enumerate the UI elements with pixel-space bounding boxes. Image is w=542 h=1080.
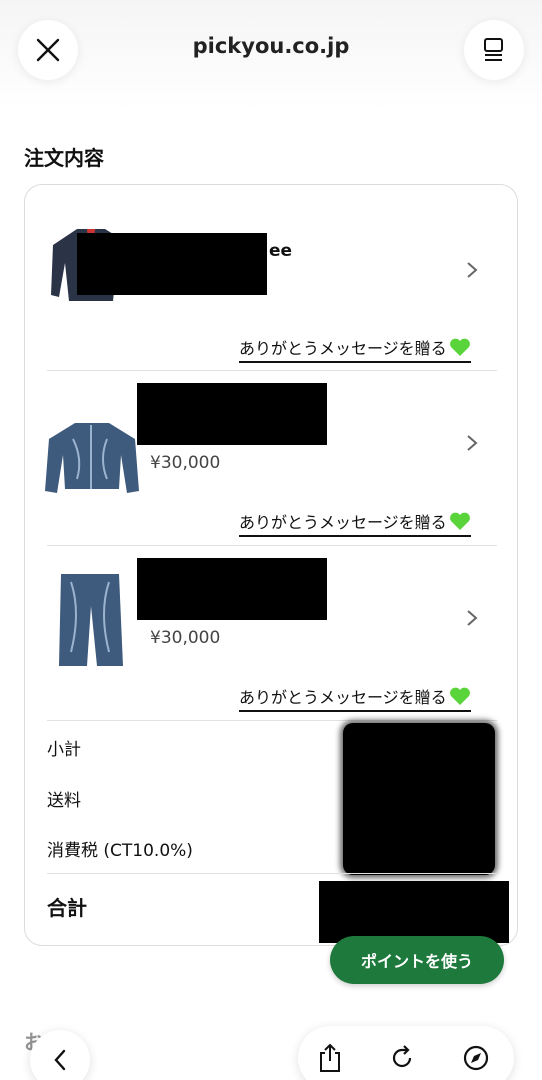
thanks-message-link[interactable]: ありがとうメッセージを贈る [239, 509, 471, 537]
total-label: 合計 [47, 896, 87, 920]
order-section-title: 注文内容 [24, 146, 104, 170]
thanks-message-link[interactable]: ありがとうメッセージを贈る [239, 684, 471, 712]
redacted-total-value [319, 881, 509, 943]
order-item[interactable]: ee ありがとうメッセージを贈る [25, 185, 519, 369]
compass-icon [463, 1045, 489, 1071]
thanks-message-link[interactable]: ありがとうメッセージを贈る [239, 335, 471, 363]
reader-menu-button[interactable] [464, 20, 524, 80]
item-name-fragment: ee [269, 241, 293, 261]
item-price: ¥30,000 [150, 628, 221, 648]
order-item[interactable]: ¥30,000 ありがとうメッセージを贈る [25, 546, 519, 720]
compass-button[interactable] [460, 1042, 492, 1074]
chevron-right-icon [467, 262, 478, 278]
redacted-item-name [77, 233, 267, 295]
redacted-item-name [137, 383, 327, 445]
divider [47, 873, 497, 874]
redacted-summary-values [343, 723, 495, 875]
item-price: ¥30,000 [150, 453, 221, 473]
browser-toolbar [298, 1026, 514, 1080]
chevron-left-icon [54, 1049, 66, 1071]
reader-menu-icon [484, 38, 503, 61]
thanks-label: ありがとうメッセージを贈る [239, 513, 447, 532]
green-heart-icon [449, 338, 470, 356]
redacted-item-name [137, 558, 327, 620]
page-domain: pickyou.co.jp [192, 34, 350, 58]
share-icon [320, 1043, 340, 1072]
divider [47, 720, 497, 721]
reload-button[interactable] [386, 1042, 418, 1074]
back-button[interactable] [30, 1030, 90, 1080]
denim-jacket-image [45, 423, 139, 493]
shipping-label: 送料 [47, 791, 81, 811]
thanks-label: ありがとうメッセージを贈る [239, 688, 447, 707]
order-item[interactable]: ¥30,000 ありがとうメッセージを贈る [25, 371, 519, 545]
denim-jeans-image [59, 574, 123, 666]
subtotal-label: 小計 [47, 740, 81, 760]
reload-icon [392, 1045, 412, 1068]
order-card: ee ありがとうメッセージを贈る ¥30,000 ありがとうメッセージを贈る ¥… [24, 184, 518, 946]
share-button[interactable] [314, 1042, 346, 1074]
chevron-right-icon [467, 435, 478, 451]
tax-label: 消費税 (CT10.0%) [47, 841, 193, 861]
chevron-right-icon [467, 610, 478, 626]
thanks-label: ありがとうメッセージを贈る [239, 339, 447, 358]
use-points-button[interactable]: ポイントを使う [330, 936, 504, 984]
green-heart-icon [449, 512, 470, 530]
green-heart-icon [449, 687, 470, 705]
